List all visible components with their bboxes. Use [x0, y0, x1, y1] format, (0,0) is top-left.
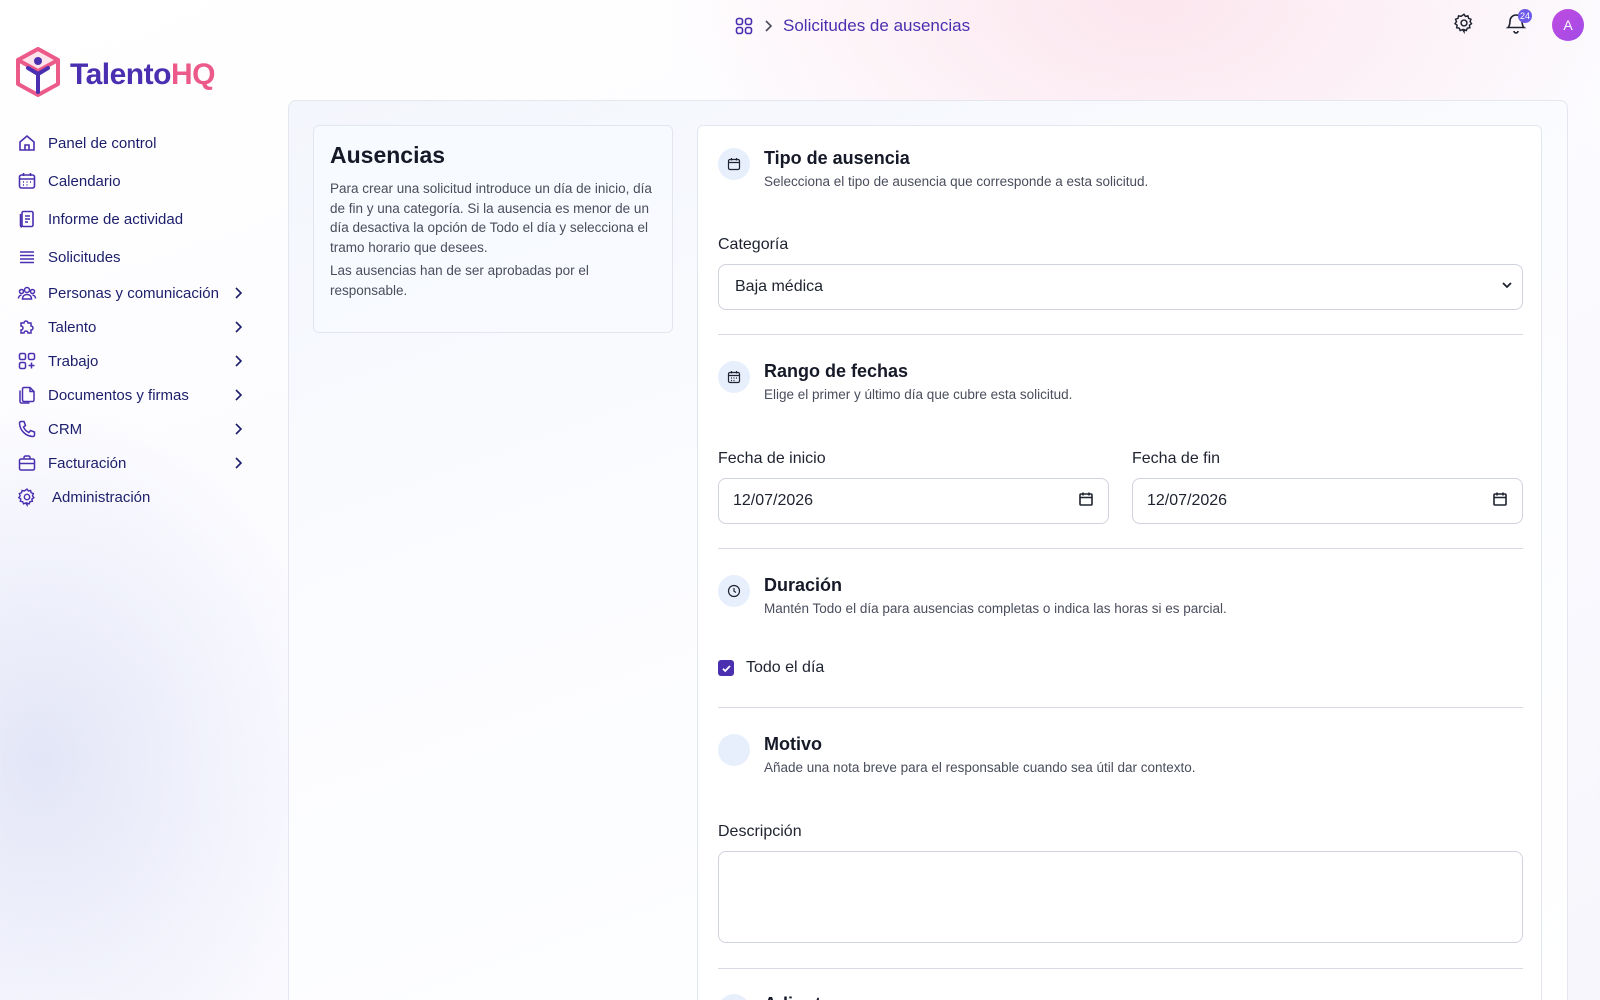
end-date-value: 12/07/2026 [1147, 492, 1228, 509]
sidebar-item-label: Solicitudes [48, 248, 121, 266]
section-title: Motivo [764, 734, 822, 754]
description-label: Descripción [718, 823, 802, 840]
absence-form: Tipo de ausencia Selecciona el tipo de a… [697, 125, 1542, 1000]
end-date-input[interactable]: 12/07/2026 [1132, 478, 1523, 524]
top-actions: 24 A [1448, 8, 1584, 42]
avatar[interactable]: A [1552, 9, 1584, 41]
settings-button[interactable] [1448, 8, 1480, 42]
sidebar-item-label: Administración [52, 488, 151, 506]
sidebar-item-documentos-y-firmas[interactable]: Documentos y firmas [16, 378, 246, 412]
sidebar-item-label: Facturación [48, 454, 127, 472]
note-icon [718, 734, 750, 766]
divider [718, 707, 1523, 708]
apps-grid-icon[interactable] [735, 17, 753, 35]
chevron-right-icon [230, 388, 246, 402]
chevron-right-icon [230, 456, 246, 470]
all-day-option: Todo el día [718, 659, 824, 677]
clock-icon [718, 575, 750, 607]
sidebar-item-label: Calendario [48, 172, 121, 190]
calendar-icon [718, 148, 750, 180]
section-dates: Rango de fechas Elige el primer y último… [718, 359, 1523, 402]
breadcrumb-current[interactable]: Solicitudes de ausencias [783, 16, 970, 36]
section-title: Duración [764, 575, 843, 595]
start-date-value: 12/07/2026 [733, 492, 814, 509]
start-date-input[interactable]: 12/07/2026 [718, 478, 1109, 524]
category-select[interactable]: Baja médica [718, 264, 1523, 310]
sidebar-item-calendario[interactable]: Calendario [16, 164, 246, 198]
chevron-down-icon [1500, 278, 1514, 297]
section-subtitle: Selecciona el tipo de ausencia que corre… [764, 174, 1149, 189]
category-label: Categoría [718, 236, 789, 253]
logo-text: TalentoHQ [70, 57, 215, 91]
phone-icon [16, 418, 38, 440]
gear-icon [1453, 12, 1475, 39]
sidebar-item-administracion[interactable]: Administración [16, 480, 246, 514]
sidebar-item-label: Talento [48, 318, 97, 336]
sidebar-item-panel-de-control[interactable]: Panel de control [16, 126, 246, 160]
users-icon [16, 282, 38, 304]
section-subtitle: Mantén Todo el día para ausencias comple… [764, 601, 1227, 616]
briefcase-icon [16, 452, 38, 474]
notifications-button[interactable]: 24 [1500, 8, 1532, 42]
calendar-icon [16, 170, 38, 192]
sidebar: Panel de control Calendario Informe de a… [16, 126, 246, 514]
sidebar-item-crm[interactable]: CRM [16, 412, 246, 446]
sidebar-item-talento[interactable]: Talento [16, 310, 246, 344]
breadcrumb-separator-icon [763, 19, 773, 33]
calendar-picker-icon[interactable] [1492, 491, 1508, 512]
section-title: Tipo de ausencia [764, 148, 910, 168]
sidebar-item-trabajo[interactable]: Trabajo [16, 344, 246, 378]
sidebar-item-informe-de-actividad[interactable]: Informe de actividad [16, 202, 246, 236]
start-date-label: Fecha de inicio [718, 450, 826, 467]
calendar-range-icon [718, 361, 750, 393]
chevron-right-icon [230, 354, 246, 368]
info-card: Ausencias Para crear una solicitud intro… [313, 125, 673, 333]
notifications-badge: 24 [1517, 9, 1532, 23]
description-textarea[interactable] [718, 851, 1523, 943]
sidebar-item-label: Panel de control [48, 134, 157, 152]
chevron-right-icon [230, 320, 246, 334]
chevron-right-icon [230, 422, 246, 436]
grid-plus-icon [16, 350, 38, 372]
sidebar-item-label: Trabajo [48, 352, 99, 370]
section-title: Rango de fechas [764, 361, 909, 381]
list-icon [16, 246, 38, 268]
sidebar-item-facturacion[interactable]: Facturación [16, 446, 246, 480]
breadcrumb: Solicitudes de ausencias [735, 14, 970, 38]
attachment-icon [718, 994, 750, 1000]
divider [718, 968, 1523, 969]
report-icon [16, 208, 38, 230]
sidebar-item-solicitudes[interactable]: Solicitudes [16, 240, 246, 274]
all-day-label[interactable]: Todo el día [746, 659, 824, 677]
divider [718, 334, 1523, 335]
logo-cube-icon [14, 46, 62, 103]
section-type: Tipo de ausencia Selecciona el tipo de a… [718, 146, 1523, 189]
gear-icon [16, 486, 38, 508]
top-bar: Solicitudes de ausencias 24 A [0, 0, 1600, 52]
info-text: Para crear una solicitud introduce un dí… [330, 181, 652, 255]
all-day-checkbox[interactable] [718, 660, 734, 676]
page-title: Ausencias [330, 142, 446, 168]
sidebar-item-label: CRM [48, 420, 83, 438]
puzzle-icon [16, 316, 38, 338]
home-icon [16, 132, 38, 154]
sidebar-item-label: Documentos y firmas [48, 386, 189, 404]
sidebar-item-personas-y-comunicacion[interactable]: Personas y comunicación [16, 276, 246, 310]
sidebar-item-label: Personas y comunicación [48, 284, 219, 302]
documents-icon [16, 384, 38, 406]
section-attachments: Adjuntos [718, 992, 1523, 1000]
sidebar-item-label: Informe de actividad [48, 210, 184, 228]
info-note: Las ausencias han de ser aprobadas por e… [330, 263, 589, 298]
section-subtitle: Elige el primer y último día que cubre e… [764, 387, 1073, 402]
section-duration: Duración Mantén Todo el día para ausenci… [718, 573, 1523, 616]
logo[interactable]: TalentoHQ [14, 46, 215, 103]
divider [718, 548, 1523, 549]
section-title: Adjuntos [764, 992, 842, 1000]
chevron-right-icon [230, 286, 246, 300]
end-date-label: Fecha de fin [1132, 450, 1221, 467]
section-reason: Motivo Añade una nota breve para el resp… [718, 732, 1523, 775]
category-value: Baja médica [735, 278, 824, 295]
calendar-picker-icon[interactable] [1078, 491, 1094, 512]
section-subtitle: Añade una nota breve para el responsable… [764, 760, 1196, 775]
